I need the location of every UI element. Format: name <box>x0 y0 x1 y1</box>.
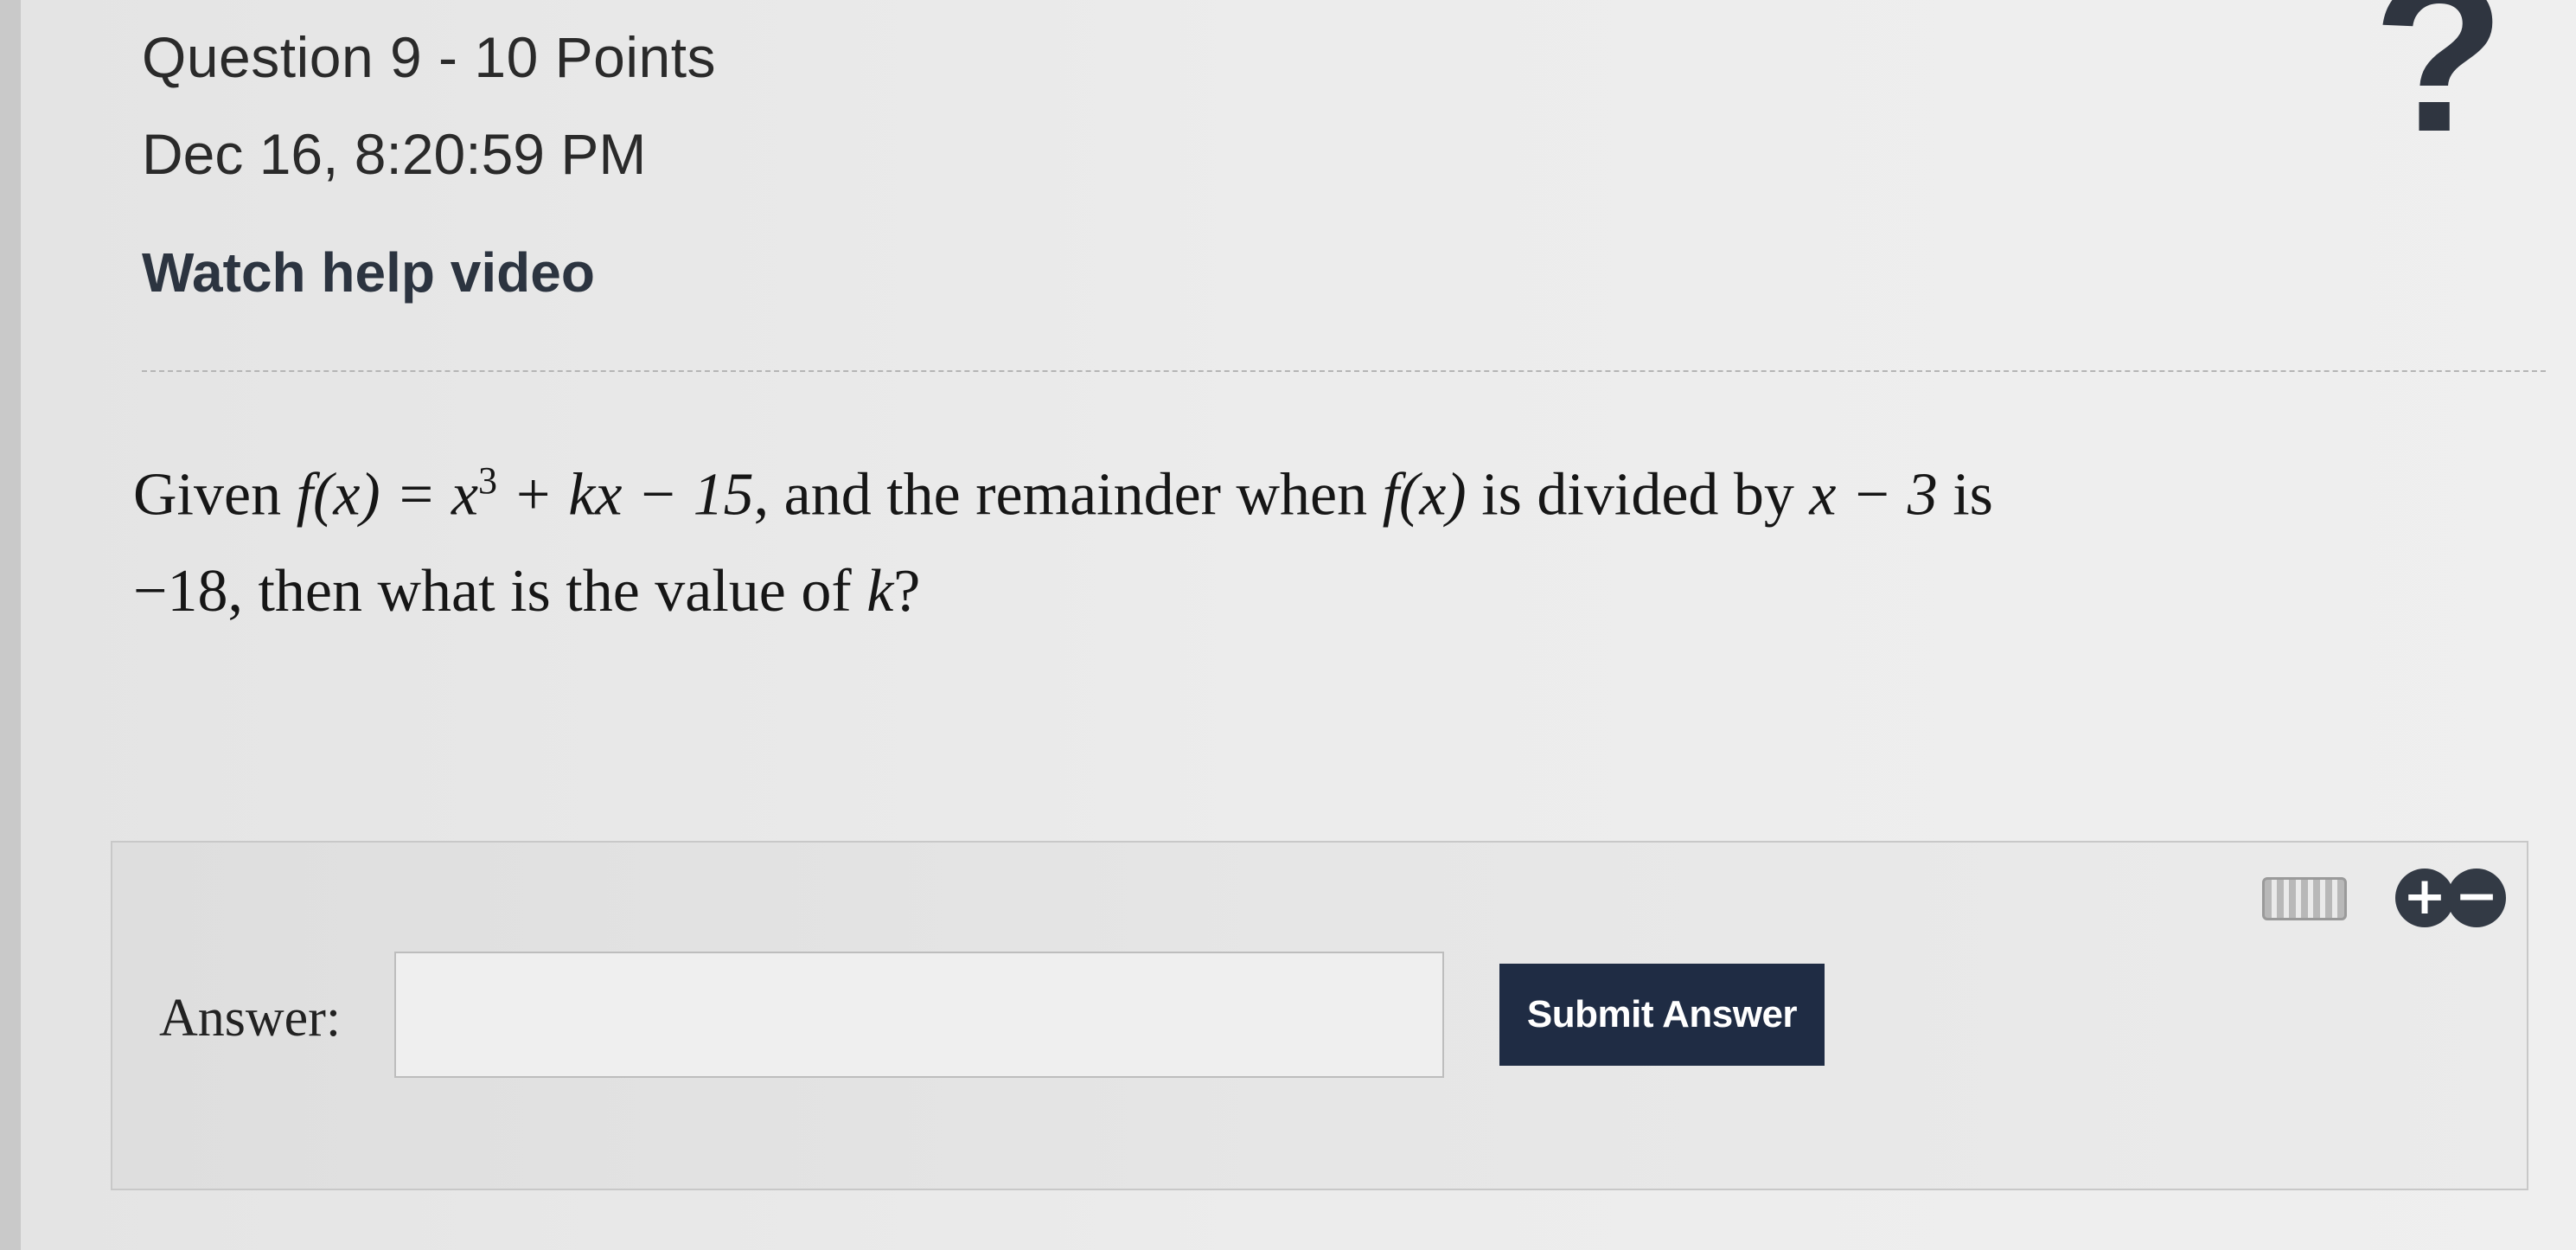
help-question-icon[interactable]: ? <box>2373 0 2505 164</box>
watch-help-video-link[interactable]: Watch help video <box>142 240 595 304</box>
math-expression: + kx − 15 <box>497 461 754 529</box>
answer-panel: + − Answer: Submit Answer <box>111 841 2528 1190</box>
answer-label: Answer: <box>159 989 342 1048</box>
expand-collapse-controls: + − <box>2395 869 2506 927</box>
math-expression: k <box>866 558 894 625</box>
submit-answer-button[interactable]: Submit Answer <box>1499 964 1825 1066</box>
window-edge <box>0 0 21 1250</box>
question-timestamp: Dec 16, 8:20:59 PM <box>142 122 647 186</box>
answer-input[interactable] <box>394 952 1444 1078</box>
minus-circle-icon[interactable]: − <box>2447 869 2506 927</box>
question-text-part: Given <box>133 461 297 529</box>
dashed-divider <box>142 370 2546 372</box>
math-expression: f(x) <box>1382 461 1467 529</box>
plus-circle-icon[interactable]: + <box>2395 869 2454 927</box>
question-text-part: ? <box>893 558 921 625</box>
question-text-part: is divided by <box>1466 461 1810 529</box>
math-expression: −18 <box>133 558 228 625</box>
math-expression: f(x) = x <box>296 461 479 529</box>
keyboard-icon[interactable] <box>2262 877 2347 920</box>
question-text-part: , and the remainder when <box>753 461 1383 529</box>
math-exponent: 3 <box>478 459 498 502</box>
question-text-part: is <box>1937 461 1993 529</box>
question-title: Question 9 - 10 Points <box>142 25 717 89</box>
question-text-part: , then what is the value of <box>227 558 867 625</box>
math-expression: x − 3 <box>1809 461 1938 529</box>
question-text: Given f(x) = x3 + kx − 15, and the remai… <box>133 433 2554 640</box>
